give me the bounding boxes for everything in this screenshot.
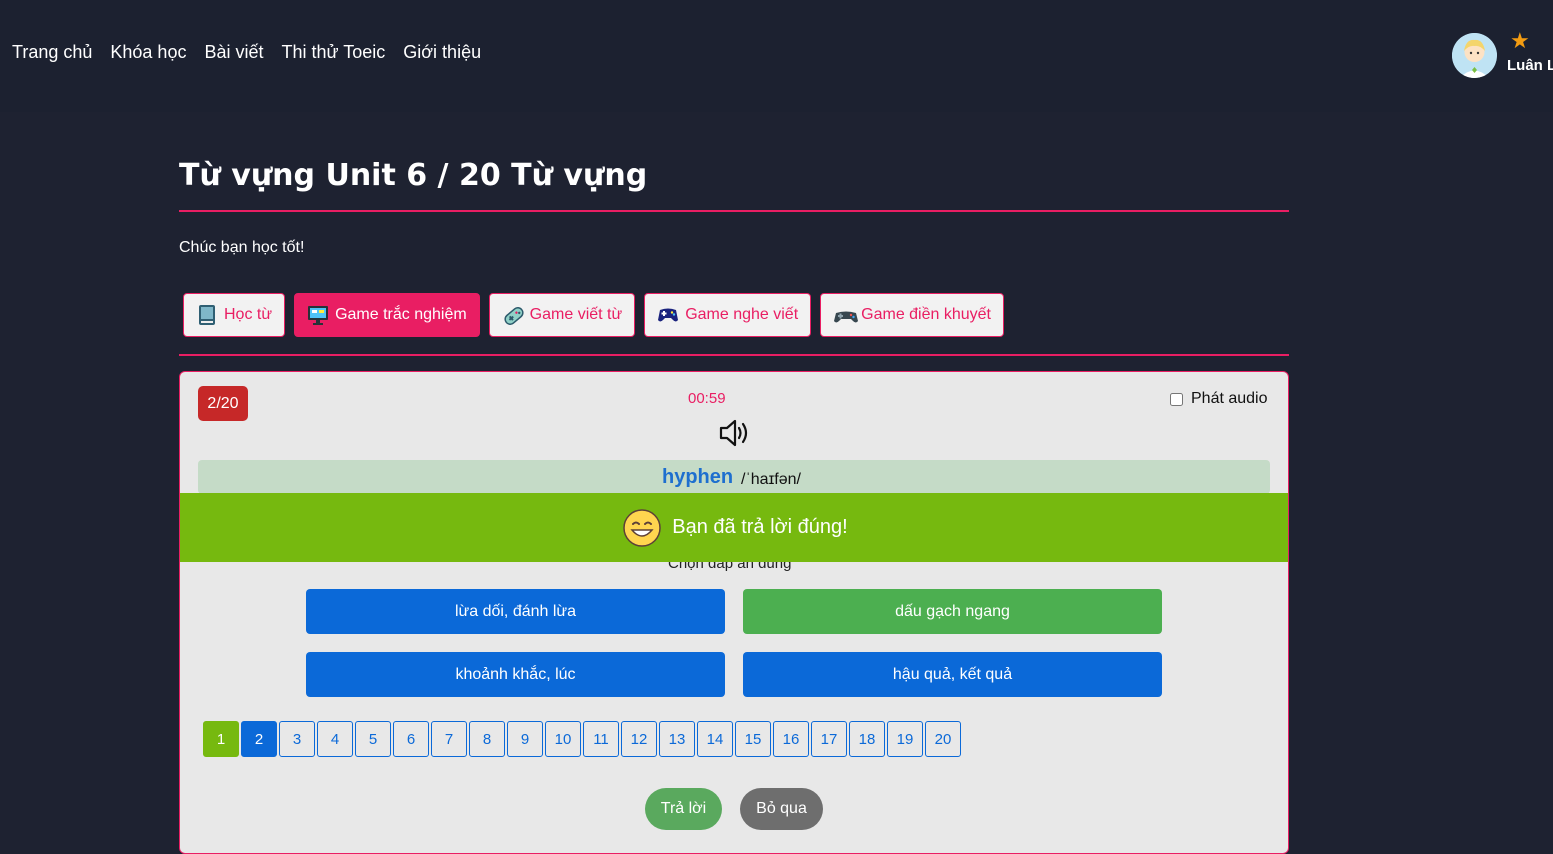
question-pagination: 1 2 3 4 5 6 7 8 9 10 11 12 13 14 15 16 1…: [203, 721, 961, 757]
page-button[interactable]: 10: [545, 721, 581, 757]
tab-game-dien-khuyet[interactable]: Game điền khuyết: [820, 293, 1004, 337]
submit-answer-button[interactable]: Trả lời: [645, 788, 722, 830]
tab-game-trac-nghiem[interactable]: Game trắc nghiệm: [294, 293, 480, 337]
answer-option-1[interactable]: lừa dối, đánh lừa: [306, 589, 725, 634]
page-title: Từ vựng Unit 6 / 20 Từ vựng: [179, 158, 648, 193]
book-icon: [196, 304, 218, 326]
audio-toggle-label: Phát audio: [1191, 390, 1268, 407]
tab-label: Game nghe viết: [685, 306, 799, 323]
tab-game-viet-tu[interactable]: Game viết từ: [488, 293, 636, 337]
page-button[interactable]: 6: [393, 721, 429, 757]
page-button[interactable]: 8: [469, 721, 505, 757]
tab-label: Game trắc nghiệm: [335, 306, 467, 323]
page-button[interactable]: 11: [583, 721, 619, 757]
phonetic: /ˈhaɪfən/: [741, 471, 801, 488]
smile-icon: [623, 508, 662, 547]
user-menu[interactable]: ★ Luân L: [1452, 32, 1553, 82]
question-counter: 2/20: [198, 386, 248, 421]
word-box: hyphen /ˈhaɪfən/: [198, 460, 1270, 494]
page-button[interactable]: 4: [317, 721, 353, 757]
nav-toeic-test[interactable]: Thi thử Toeic: [281, 42, 385, 63]
page-button[interactable]: 17: [811, 721, 847, 757]
game-tabs: Học từ Game trắc nghiệm Game viết từ Gam…: [183, 293, 1004, 337]
star-icon: ★: [1510, 32, 1530, 53]
nav-home[interactable]: Trang chủ: [12, 42, 92, 63]
page-subtitle: Chúc bạn học tốt!: [179, 239, 305, 256]
page-button[interactable]: 12: [621, 721, 657, 757]
top-navbar: Trang chủ Khóa học Bài viết Thi thử Toei…: [0, 0, 1553, 112]
tab-label: Game viết từ: [529, 306, 623, 323]
page-button[interactable]: 20: [925, 721, 961, 757]
feedback-text: Bạn đã trả lời đúng!: [672, 516, 848, 538]
nav-posts[interactable]: Bài viết: [204, 42, 263, 63]
tab-label: Game điền khuyết: [861, 306, 991, 323]
tabs-divider: [179, 354, 1289, 356]
audio-toggle[interactable]: Phát audio: [1170, 390, 1268, 408]
page-button[interactable]: 19: [887, 721, 923, 757]
main-nav: Trang chủ Khóa học Bài viết Thi thử Toei…: [12, 42, 481, 63]
audio-checkbox[interactable]: [1170, 392, 1183, 406]
user-name: Luân L: [1507, 57, 1553, 74]
title-divider: [179, 210, 1289, 212]
countdown-timer: 00:59: [688, 390, 726, 407]
vocab-word: hyphen: [662, 466, 734, 488]
page-button[interactable]: 15: [735, 721, 771, 757]
skip-button[interactable]: Bỏ qua: [740, 788, 823, 830]
answer-option-2[interactable]: dấu gạch ngang: [743, 589, 1162, 634]
page-button[interactable]: 16: [773, 721, 809, 757]
monitor-icon: [307, 304, 329, 326]
page-button[interactable]: 2: [241, 721, 277, 757]
joystick-icon: [833, 304, 859, 326]
gamepad-icon: [502, 304, 524, 326]
page-button[interactable]: 3: [279, 721, 315, 757]
avatar[interactable]: [1452, 33, 1497, 78]
quiz-card: 2/20 00:59 Phát audio hyphen /ˈhaɪfən/ C…: [179, 371, 1289, 854]
answer-option-3[interactable]: khoảnh khắc, lúc: [306, 652, 725, 697]
speaker-icon[interactable]: [718, 418, 752, 448]
page-button[interactable]: 9: [507, 721, 543, 757]
tab-hoc-tu[interactable]: Học từ: [183, 293, 286, 337]
tab-game-nghe-viet[interactable]: Game nghe viết: [644, 293, 812, 337]
page-button[interactable]: 18: [849, 721, 885, 757]
tab-label: Học từ: [224, 306, 273, 323]
controller-icon: [657, 304, 679, 326]
answer-option-4[interactable]: hậu quả, kết quả: [743, 652, 1162, 697]
page-button[interactable]: 13: [659, 721, 695, 757]
nav-courses[interactable]: Khóa học: [110, 42, 186, 63]
page-button[interactable]: 7: [431, 721, 467, 757]
nav-about[interactable]: Giới thiệu: [403, 42, 481, 63]
page-button[interactable]: 1: [203, 721, 239, 757]
feedback-banner: Bạn đã trả lời đúng!: [180, 493, 1288, 562]
page-button[interactable]: 5: [355, 721, 391, 757]
page-button[interactable]: 14: [697, 721, 733, 757]
